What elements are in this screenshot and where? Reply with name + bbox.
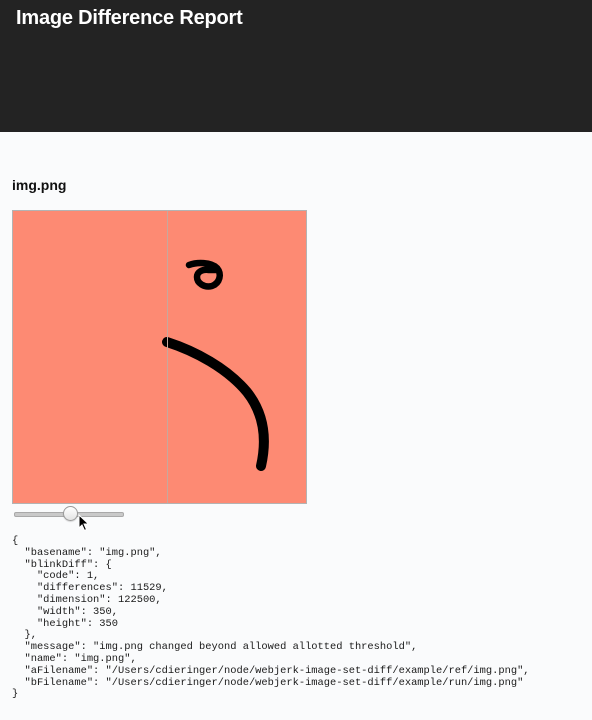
json-line: "name": "img.png", bbox=[12, 652, 137, 665]
json-line: "basename": "img.png", bbox=[12, 546, 162, 559]
diff-split-divider[interactable] bbox=[167, 211, 168, 503]
diff-result-json: { "basename": "img.png", "blinkDiff": { … bbox=[12, 535, 530, 701]
page-title: Image Difference Report bbox=[16, 7, 243, 29]
image-diff-viewer[interactable] bbox=[12, 210, 307, 504]
diff-slider[interactable] bbox=[14, 506, 124, 522]
report-page: Image Difference Report img.png { "basen… bbox=[0, 0, 592, 720]
json-line: "dimension": 122500, bbox=[12, 593, 162, 606]
report-header: Image Difference Report bbox=[0, 0, 592, 132]
json-line: "height": 350 bbox=[12, 617, 119, 630]
json-line: "aFilename": "/Users/cdieringer/node/web… bbox=[12, 664, 530, 677]
slider-thumb[interactable] bbox=[63, 506, 78, 521]
json-line: } bbox=[12, 688, 19, 701]
diff-image bbox=[13, 211, 306, 503]
mouse-cursor-icon bbox=[78, 514, 90, 532]
json-line: "width": 350, bbox=[12, 605, 119, 618]
json-line: "bFilename": "/Users/cdieringer/node/web… bbox=[12, 676, 524, 689]
image-name-heading: img.png bbox=[12, 177, 67, 193]
